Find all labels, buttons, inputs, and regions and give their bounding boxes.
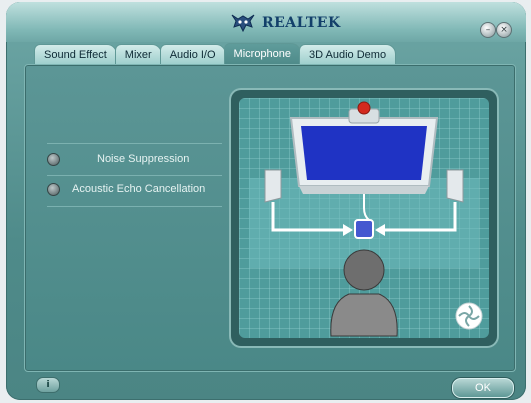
separator xyxy=(47,143,222,144)
monitor-base xyxy=(299,186,429,194)
microphone-panel: Noise Suppression Acoustic Echo Cancella… xyxy=(24,64,516,372)
webcam-lens xyxy=(357,101,371,115)
title-bar: REALTEK – × xyxy=(6,2,526,42)
person-body xyxy=(330,293,398,337)
person-head xyxy=(343,249,385,291)
tab-mixer[interactable]: Mixer xyxy=(114,44,162,64)
ok-button[interactable]: OK xyxy=(452,378,514,398)
realtek-logo: REALTEK xyxy=(228,10,341,36)
brand-text: REALTEK xyxy=(262,15,341,31)
monitor-screen xyxy=(301,126,427,180)
tab-bar: Sound Effect Mixer Audio I/O Microphone … xyxy=(34,43,397,64)
echo-cancellation-radio[interactable] xyxy=(47,182,60,196)
tab-sound-effect[interactable]: Sound Effect xyxy=(34,44,117,64)
noise-suppression-label: Noise Suppression xyxy=(97,153,190,165)
tab-microphone[interactable]: Microphone xyxy=(223,43,302,64)
separator xyxy=(47,175,222,176)
info-button[interactable]: i xyxy=(36,377,60,393)
right-speaker-icon xyxy=(446,169,464,203)
realtek-window: REALTEK – × Sound Effect Mixer Audio I/O… xyxy=(6,2,526,400)
separator xyxy=(47,206,222,207)
minimize-button[interactable]: – xyxy=(480,22,496,38)
noise-suppression-radio[interactable] xyxy=(47,152,60,166)
info-icon: i xyxy=(46,380,50,390)
close-icon: × xyxy=(500,24,508,35)
echo-cancellation-label: Acoustic Echo Cancellation xyxy=(72,183,206,195)
microphone-icon xyxy=(354,219,374,239)
microphone-demo-illustration xyxy=(239,98,489,338)
demo-scene xyxy=(249,101,483,337)
tab-audio-io[interactable]: Audio I/O xyxy=(159,44,226,64)
echo-cancellation-option[interactable]: Acoustic Echo Cancellation xyxy=(47,178,227,200)
noise-suppression-option[interactable]: Noise Suppression xyxy=(47,148,227,170)
realtek-crab-icon xyxy=(231,14,255,33)
minimize-icon: – xyxy=(485,24,491,35)
microphone-demo-frame xyxy=(231,90,497,346)
close-button[interactable]: × xyxy=(496,22,512,38)
tab-3d-audio-demo[interactable]: 3D Audio Demo xyxy=(299,44,397,64)
left-speaker-icon xyxy=(264,169,282,203)
